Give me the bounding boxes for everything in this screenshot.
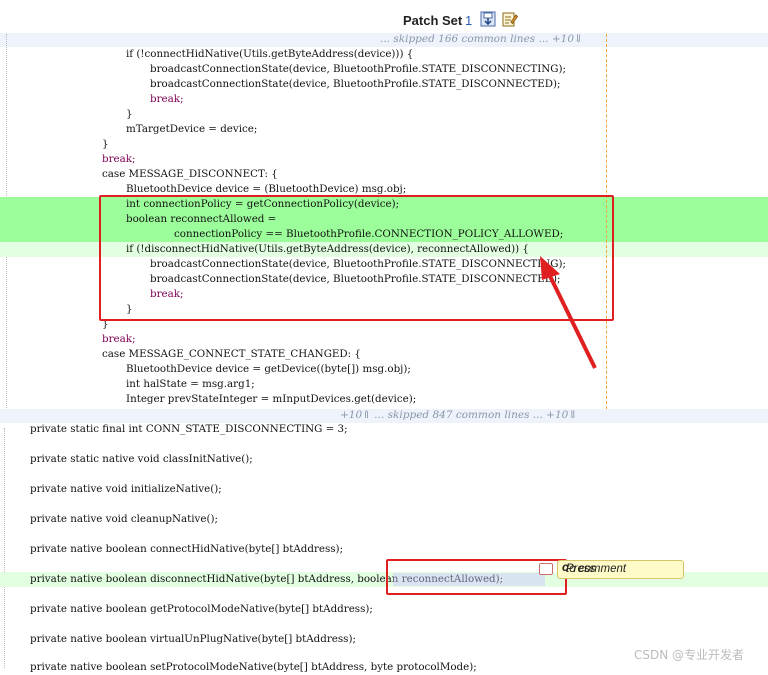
watermark: CSDN @专业开发者: [634, 648, 745, 662]
code-line: }: [102, 138, 109, 150]
download-icon[interactable]: [480, 11, 496, 27]
code-line: break;: [150, 93, 184, 105]
code-line: }: [126, 108, 133, 120]
tooltip-suffix: to comment: [566, 563, 627, 575]
code-line: Integer prevStateInteger = mInputDevices…: [126, 393, 417, 405]
code-line: private native boolean connectHidNative(…: [30, 543, 344, 555]
comment-tooltip[interactable]: Press c to comment: [557, 560, 684, 579]
patch-set-title: Patch Set: [403, 13, 463, 28]
code-line: case MESSAGE_DISCONNECT: {: [102, 168, 278, 180]
code-line: private static final int CONN_STATE_DISC…: [30, 423, 348, 435]
skipped-lines-text-middle[interactable]: +10⇑ ... skipped 847 common lines ... +1…: [340, 409, 577, 421]
code-line: case MESSAGE_CONNECT_STATE_CHANGED: {: [102, 348, 361, 360]
patch-header: Patch Set 1: [0, 0, 768, 32]
comment-bubble-icon[interactable]: [539, 563, 553, 575]
code-line: break;: [102, 333, 136, 345]
code-line: break;: [102, 153, 136, 165]
code-line: private native boolean virtualUnPlugNati…: [30, 633, 356, 645]
code-line: BluetoothDevice device = getDevice((byte…: [126, 363, 411, 375]
code-line: private native boolean getProtocolModeNa…: [30, 603, 373, 615]
skipped-lines-bar-middle[interactable]: +10⇑ ... skipped 847 common lines ... +1…: [0, 409, 768, 423]
annotation-arrow-icon: [540, 256, 597, 369]
skipped-lines-bar[interactable]: ... skipped 166 common lines ... +10⇓: [0, 33, 768, 47]
code-line: broadcastConnectionState(device, Bluetoo…: [150, 78, 561, 90]
patch-set-number[interactable]: 1: [465, 13, 472, 28]
code-line: int halState = msg.arg1;: [126, 378, 255, 390]
skipped-lines-text[interactable]: ... skipped 166 common lines ... +10⇓: [380, 33, 583, 45]
code-line: mTargetDevice = device;: [126, 123, 258, 135]
code-line: if (!connectHidNative(Utils.getByteAddre…: [126, 48, 414, 60]
code-line: private native void cleanupNative();: [30, 513, 218, 525]
code-line: private static native void classInitNati…: [30, 453, 253, 465]
code-line: private native void initializeNative();: [30, 483, 222, 495]
edit-icon[interactable]: [502, 11, 519, 27]
code-line: broadcastConnectionState(device, Bluetoo…: [150, 63, 567, 75]
